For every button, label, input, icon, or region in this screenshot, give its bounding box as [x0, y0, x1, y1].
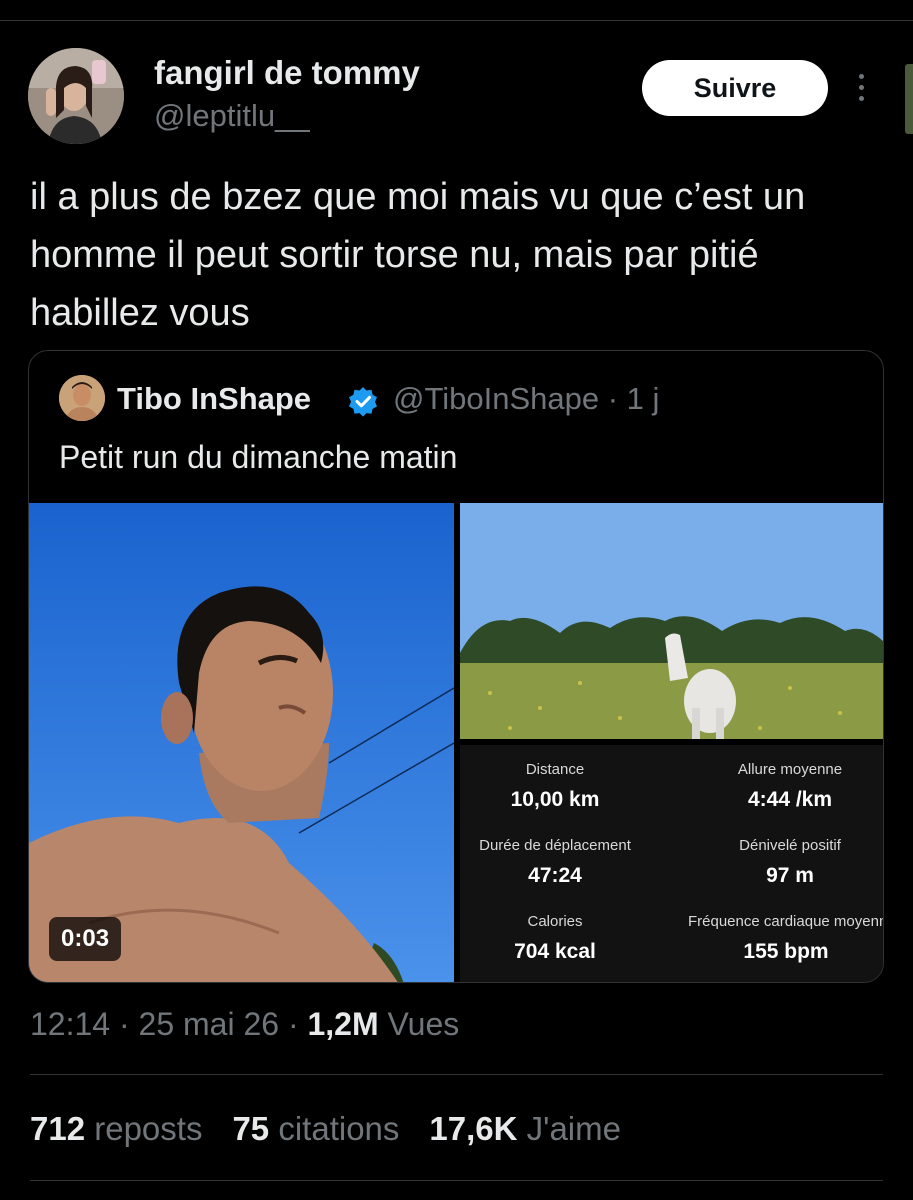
- reposts-link[interactable]: 712 reposts: [30, 1110, 202, 1147]
- likes-count: 17,6K: [429, 1110, 518, 1147]
- quoted-author-handle-time[interactable]: @TiboInShape · 1 j: [393, 381, 659, 417]
- stat-value: 10,00 km: [510, 788, 600, 811]
- author-display-name[interactable]: fangirl de tommy: [154, 54, 420, 92]
- tweet-header: fangirl de tommy @leptitlu__ Suivre: [28, 48, 888, 148]
- divider: [30, 1180, 883, 1181]
- tweet-text: il a plus de bzez que moi mais vu que c’…: [30, 176, 806, 334]
- reposts-count: 712: [30, 1110, 86, 1147]
- stat-value: 4:44 /km: [747, 788, 833, 811]
- reposts-label: reposts: [85, 1110, 203, 1147]
- run-stats-panel: Distance 10,00 km Allure moyenne 4:44 /k…: [460, 745, 884, 982]
- stat-value: 47:24: [528, 864, 582, 887]
- engagement-stats: 712 reposts 75 citations 17,6K J'aime: [30, 1110, 621, 1148]
- stat-label: Distance: [525, 761, 585, 778]
- quoted-author-avatar[interactable]: [59, 375, 105, 421]
- more-options-icon[interactable]: [854, 74, 868, 104]
- stat-calories: Calories 704 kcal: [490, 913, 620, 964]
- likes-link[interactable]: 17,6K J'aime: [429, 1110, 621, 1147]
- views-count: 1,2M: [307, 1006, 379, 1042]
- side-thumbnail-strip: [905, 64, 913, 134]
- stat-label: Calories: [527, 913, 583, 930]
- author-avatar[interactable]: [28, 48, 124, 144]
- tweet-meta: 12:14 · 25 mai 26 · 1,2M Vues: [30, 1006, 459, 1043]
- stat-elevation-gain: Dénivelé positif 97 m: [715, 837, 865, 888]
- stat-heart-rate: Fréquence cardiaque moyenn 155 bpm: [688, 913, 884, 964]
- stat-value: 97 m: [766, 864, 814, 887]
- stat-value: 155 bpm: [743, 940, 829, 963]
- follow-button[interactable]: Suivre: [642, 60, 828, 116]
- video-timestamp: 0:03: [49, 917, 122, 961]
- stat-distance: Distance 10,00 km: [490, 761, 620, 812]
- views-label: Vues: [378, 1006, 460, 1042]
- quotes-link[interactable]: 75 citations: [232, 1110, 399, 1147]
- verified-badge-icon: [347, 385, 379, 417]
- stat-label: Allure moyenne: [737, 761, 843, 778]
- tweet-timestamp[interactable]: 12:14 · 25 mai 26 ·: [30, 1006, 307, 1042]
- top-divider: [0, 20, 913, 21]
- quoted-photo-horse[interactable]: [460, 503, 883, 739]
- quoted-tweet-text: Petit run du dimanche matin: [59, 439, 458, 475]
- likes-label: J'aime: [517, 1110, 621, 1147]
- stat-label: Dénivelé positif: [739, 837, 841, 854]
- quoted-video[interactable]: 0:03: [29, 503, 454, 982]
- stat-value: 704 kcal: [514, 940, 596, 963]
- quoted-author-name[interactable]: Tibo InShape: [117, 381, 311, 417]
- divider: [30, 1074, 883, 1075]
- quotes-label: citations: [269, 1110, 400, 1147]
- stat-label: Fréquence cardiaque moyenn: [688, 913, 884, 930]
- quoted-tweet-card[interactable]: Tibo InShape @TiboInShape · 1 j Petit ru…: [28, 350, 884, 983]
- stat-pace: Allure moyenne 4:44 /km: [715, 761, 865, 812]
- quotes-count: 75: [232, 1110, 270, 1147]
- stat-label: Durée de déplacement: [479, 837, 631, 854]
- stat-moving-time: Durée de déplacement 47:24: [470, 837, 640, 888]
- author-handle[interactable]: @leptitlu__: [154, 98, 310, 134]
